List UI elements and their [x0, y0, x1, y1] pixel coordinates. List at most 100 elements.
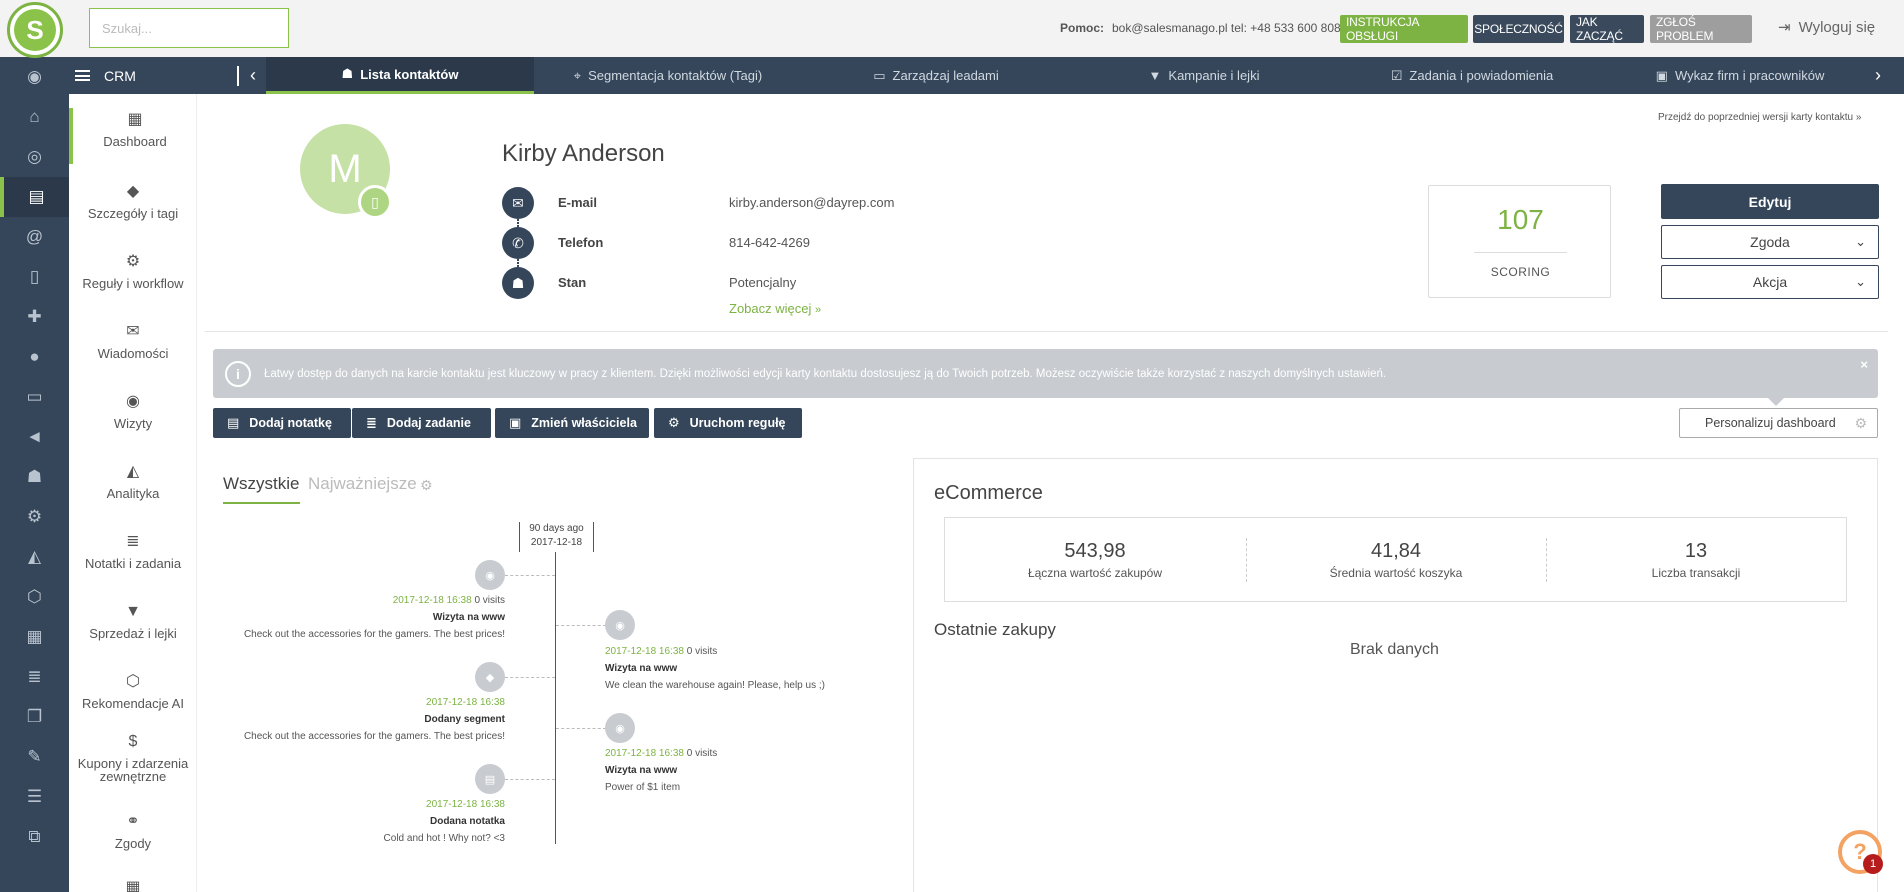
- sidebar-item-analytics[interactable]: ◭ Analityka: [69, 460, 197, 500]
- email-value[interactable]: kirby.anderson@dayrep.com: [729, 195, 894, 210]
- see-more-label: Zobacz więcej: [729, 301, 812, 316]
- tab-segmentation[interactable]: ⌖ Segmentacja kontaktów (Tagi): [534, 57, 802, 94]
- cogs-icon: ⚙: [125, 252, 141, 270]
- ai-icon[interactable]: ⬡: [0, 577, 69, 617]
- gear-icon[interactable]: ⚙: [420, 477, 433, 494]
- timeline-event[interactable]: 2017-12-18 16:38 Dodany segment Check ou…: [205, 694, 505, 745]
- note-icon[interactable]: ▤: [475, 764, 505, 794]
- user-plus-icon[interactable]: ✚: [0, 297, 69, 337]
- eye-icon[interactable]: ◎: [0, 137, 69, 177]
- button-label: Dodaj zadanie: [386, 416, 471, 430]
- database-icon[interactable]: ≣: [0, 657, 69, 697]
- timeline-connector: [556, 625, 606, 626]
- sidebar-item-more[interactable]: ▦: [69, 876, 197, 892]
- phone-value[interactable]: 814-642-4269: [729, 235, 810, 250]
- eye-icon[interactable]: ◉: [475, 560, 505, 590]
- translate-icon[interactable]: ⧉: [0, 817, 69, 857]
- personalize-dashboard-button[interactable]: Personalizuj dashboard ⚙: [1679, 408, 1878, 438]
- tab-contact-list[interactable]: ☗ Lista kontaktów: [266, 57, 534, 94]
- top-header: Pomoc: bok@salesmanago.pl tel: +48 533 6…: [0, 0, 1904, 57]
- sidebar-item-dashboard[interactable]: ▦ Dashboard: [69, 108, 197, 164]
- area-chart-icon[interactable]: ◭: [0, 537, 69, 577]
- tag-icon[interactable]: ◆: [475, 662, 505, 692]
- sidebar-item-coupons[interactable]: $ Kupony i zdarzenia zewnętrzne: [69, 730, 197, 783]
- recent-purchases-title: Ostatnie zakupy: [934, 620, 1056, 639]
- tab-tasks[interactable]: ☑ Zadania i powiadomienia: [1338, 57, 1606, 94]
- sidebar-item-visits[interactable]: ◉ Wizyty: [69, 390, 197, 430]
- tab-companies[interactable]: ▣ Wykaz firm i pracowników: [1606, 57, 1874, 94]
- run-rule-button[interactable]: ⚙ Uruchom regułę: [654, 408, 802, 438]
- eye-icon[interactable]: ◉: [605, 610, 635, 640]
- sidebar-item-rules[interactable]: ⚙ Reguły i workflow: [69, 250, 197, 290]
- timeline-event[interactable]: 2017-12-18 16:38 0 visits Wizyta na www …: [605, 745, 905, 796]
- eye-icon[interactable]: ◉: [605, 713, 635, 743]
- event-date: 2017-12-18 16:38: [392, 595, 472, 606]
- sliders-icon[interactable]: ☰: [0, 777, 69, 817]
- sidebar-item-consents[interactable]: ⚭ Zgody: [69, 810, 197, 850]
- see-more-link[interactable]: Zobacz więcej »: [729, 301, 821, 316]
- event-title: Wizyta na www: [605, 765, 678, 776]
- contact-card-icon[interactable]: ▤: [0, 177, 69, 217]
- crm-menu-toggle[interactable]: CRM: [75, 57, 136, 94]
- timeline-event[interactable]: 2017-12-18 16:38 0 visits Wizyta na www …: [605, 643, 905, 694]
- button-label: Personalizuj dashboard: [1705, 416, 1836, 430]
- event-description: Check out the accessories for the gamers…: [243, 629, 505, 640]
- bullhorn-icon[interactable]: ◄: [0, 417, 69, 457]
- previous-version-link[interactable]: Przejdź do poprzedniej wersji karty kont…: [1658, 112, 1861, 123]
- users-icon[interactable]: ☗: [0, 457, 69, 497]
- community-button[interactable]: SPOŁECZNOŚĆ: [1473, 15, 1564, 43]
- app-logo[interactable]: S: [7, 2, 63, 58]
- filter-icon: ▼: [1148, 68, 1162, 83]
- consent-dropdown[interactable]: Zgoda ⌄: [1661, 225, 1879, 259]
- files-icon[interactable]: ❐: [0, 697, 69, 737]
- eye-icon: ◉: [126, 392, 140, 410]
- manual-button[interactable]: INSTRUKCJA OBSŁUGI: [1340, 15, 1468, 43]
- sidebar-item-sales[interactable]: ▼ Sprzedaż i lejki: [69, 600, 197, 640]
- timeline-event[interactable]: 2017-12-18 16:38 0 visits Wizyta na www …: [205, 592, 505, 643]
- score-label: SCORING: [1490, 265, 1551, 279]
- event-description: Power of $1 item: [605, 782, 681, 793]
- home-icon[interactable]: ⌂: [0, 97, 69, 137]
- sidebar-item-label: Notatki i zadania: [84, 556, 182, 571]
- chevron-left-icon[interactable]: ‹: [250, 57, 256, 94]
- tab-important[interactable]: Najważniejsze: [308, 474, 417, 494]
- close-icon[interactable]: ×: [1860, 357, 1868, 372]
- change-owner-button[interactable]: ▣ Zmień właściciela: [495, 408, 649, 438]
- tab-label: Segmentacja kontaktów (Tagi): [588, 68, 763, 83]
- gear-icon: ⚙: [668, 415, 680, 430]
- chevron-right-icon[interactable]: ›: [1875, 57, 1881, 94]
- ai-icon: ⬡: [126, 672, 140, 690]
- at-icon[interactable]: @: [0, 217, 69, 257]
- info-icon: i: [225, 360, 251, 387]
- notification-badge: 1: [1863, 854, 1883, 874]
- mobile-icon[interactable]: ▯: [0, 257, 69, 297]
- sidebar-item-label: Reguły i workflow: [82, 276, 184, 291]
- calendar-icon[interactable]: ▦: [0, 617, 69, 657]
- add-note-button[interactable]: ▤ Dodaj notatkę: [213, 408, 351, 438]
- add-task-button[interactable]: ≣ Dodaj zadanie: [352, 408, 491, 438]
- comment-icon[interactable]: ●: [0, 337, 69, 377]
- user-circle-icon[interactable]: ◉: [0, 57, 69, 97]
- wrench-icon[interactable]: ✎: [0, 737, 69, 777]
- timeline-event[interactable]: 2017-12-18 16:38 Dodana notatka Cold and…: [205, 796, 505, 847]
- timeline-header: 90 days ago 2017-12-18: [519, 522, 594, 552]
- tab-manage-leads[interactable]: ▭ Zarządzaj leadami: [802, 57, 1070, 94]
- laptop-icon[interactable]: ▭: [0, 377, 69, 417]
- search-input[interactable]: [89, 8, 289, 48]
- getting-started-button[interactable]: JAK ZACZĄĆ: [1570, 15, 1644, 43]
- sidebar-item-messages[interactable]: ✉ Wiadomości: [69, 320, 197, 360]
- logout-button[interactable]: ⇥ Wyloguj się: [1778, 18, 1875, 37]
- cogs-icon[interactable]: ⚙: [0, 497, 69, 537]
- sidebar-item-label: Sprzedaż i lejki: [89, 626, 177, 641]
- timeline-connector: [505, 677, 555, 678]
- report-problem-button[interactable]: ZGŁOŚ PROBLEM: [1650, 15, 1752, 43]
- mobile-icon: ▯: [358, 185, 392, 219]
- sidebar-item-notes[interactable]: ≣ Notatki i zadania: [69, 530, 197, 570]
- sidebar-item-details[interactable]: ◆ Szczegóły i tagi: [69, 180, 197, 220]
- action-dropdown[interactable]: Akcja ⌄: [1661, 265, 1879, 299]
- info-text: Łatwy dostęp do danych na karcie kontakt…: [264, 367, 1387, 380]
- sidebar-item-ai[interactable]: ⬡ Rekomendacje AI: [69, 670, 197, 710]
- edit-button[interactable]: Edytuj: [1661, 184, 1879, 219]
- tab-campaigns[interactable]: ▼ Kampanie i lejki: [1070, 57, 1338, 94]
- tab-all[interactable]: Wszystkie: [223, 474, 300, 504]
